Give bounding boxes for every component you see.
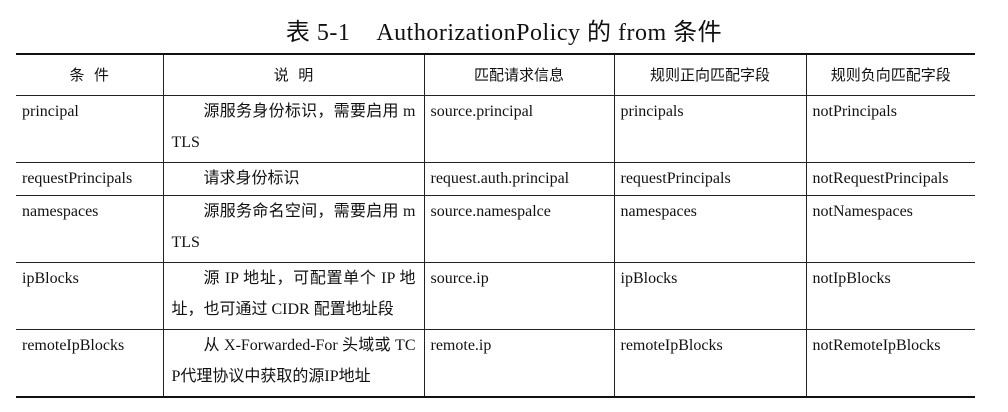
cell-condition: ipBlocks	[16, 262, 164, 330]
cell-positive-field: ipBlocks	[614, 262, 807, 330]
cell-condition: remoteIpBlocks	[16, 329, 164, 397]
table-row: remoteIpBlocks 从 X-Forwarded-For 头域或 TCP…	[16, 329, 975, 397]
table-row: ipBlocks 源 IP 地址，可配置单个 IP 地址，也可通过 CIDR 配…	[16, 262, 975, 330]
header-negative-field: 规则负向匹配字段	[830, 66, 951, 84]
header-request-info: 匹配请求信息	[424, 54, 615, 96]
cell-description: 源服务身份标识，需要启用 mTLS	[163, 95, 425, 163]
cell-request-info: source.ip	[424, 262, 615, 330]
table-caption: 表 5-1 AuthorizationPolicy 的 from 条件	[285, 20, 723, 46]
document-page: 表 5-1 AuthorizationPolicy 的 from 条件 条 件 …	[0, 0, 1008, 412]
cell-request-info: request.auth.principal	[424, 162, 615, 196]
cell-description: 源 IP 地址，可配置单个 IP 地址，也可通过 CIDR 配置地址段	[163, 262, 425, 330]
cell-negative-field: notIpBlocks	[812, 270, 891, 287]
cell-request-info: remote.ip	[424, 329, 615, 397]
cell-description: 请求身份标识	[163, 162, 425, 196]
cell-description: 从 X-Forwarded-For 头域或 TCP代理协议中获取的源IP地址	[163, 329, 425, 397]
cell-condition: requestPrincipals	[16, 162, 164, 196]
cell-positive-field: namespaces	[614, 195, 807, 263]
table-row: namespaces 源服务命名空间，需要启用 mTLS source.name…	[16, 195, 975, 263]
cell-positive-field: principals	[614, 95, 807, 163]
cell-condition: namespaces	[16, 195, 164, 263]
header-description: 说 明	[163, 54, 425, 96]
header-condition: 条 件	[16, 54, 164, 96]
cell-negative-field: notRemoteIpBlocks	[812, 337, 941, 354]
cell-request-info: source.principal	[424, 95, 615, 163]
from-conditions-table: 条 件 说 明 匹配请求信息 规则正向匹配字段 规则负向匹配字段 princip…	[16, 53, 975, 398]
table-row: requestPrincipals 请求身份标识 request.auth.pr…	[16, 162, 975, 196]
cell-negative-field: notNamespaces	[812, 203, 913, 220]
cell-condition: principal	[16, 95, 164, 163]
cell-negative-field: notPrincipals	[812, 103, 897, 120]
header-positive-field: 规则正向匹配字段	[614, 54, 807, 96]
cell-positive-field: remoteIpBlocks	[614, 329, 807, 397]
cell-positive-field: requestPrincipals	[614, 162, 807, 196]
table-row: principal 源服务身份标识，需要启用 mTLS source.princ…	[16, 95, 975, 163]
cell-description: 源服务命名空间，需要启用 mTLS	[163, 195, 425, 263]
cell-request-info: source.namespalce	[424, 195, 615, 263]
table-header-row: 条 件 说 明 匹配请求信息 规则正向匹配字段 规则负向匹配字段	[16, 54, 975, 96]
cell-negative-field: notRequestPrincipals	[812, 170, 949, 187]
